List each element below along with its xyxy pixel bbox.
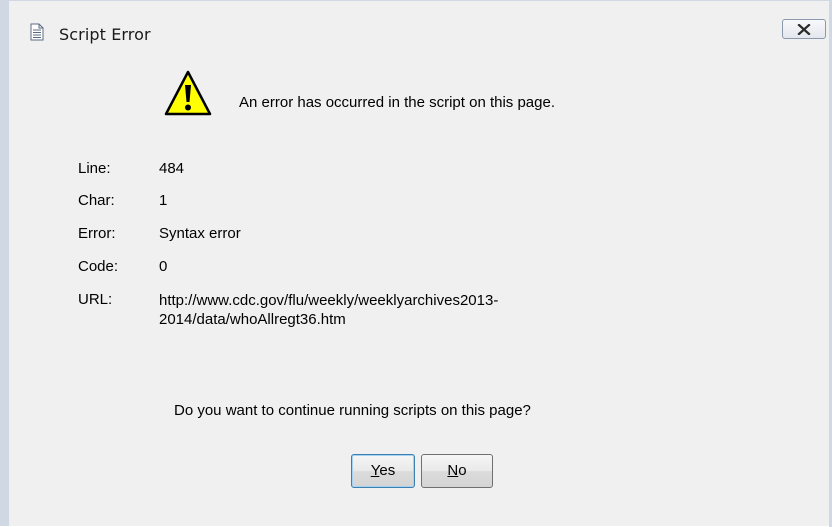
url-value: http://www.cdc.gov/flu/weekly/weeklyarch… — [159, 291, 679, 329]
no-button[interactable]: No — [421, 454, 493, 488]
line-label: Line: — [78, 160, 111, 177]
code-label: Code: — [78, 258, 119, 275]
code-value: 0 — [159, 258, 168, 275]
no-label-rest: o — [458, 462, 467, 479]
error-value: Syntax error — [159, 225, 241, 242]
no-mnemonic: N — [447, 462, 459, 479]
yes-button[interactable]: Yes — [351, 454, 415, 488]
warning-icon — [163, 69, 213, 119]
error-message: An error has occurred in the script on t… — [239, 94, 555, 111]
title-bar[interactable]: Script Error — [9, 1, 832, 44]
close-button[interactable] — [782, 19, 826, 39]
url-label: URL: — [78, 291, 113, 308]
line-value: 484 — [159, 160, 185, 177]
error-label: Error: — [78, 225, 116, 242]
close-icon — [797, 24, 811, 35]
window-title: Script Error — [59, 25, 151, 44]
char-label: Char: — [78, 192, 115, 209]
char-value: 1 — [159, 192, 168, 209]
script-error-dialog: Script Error An error has occurred in th… — [0, 0, 832, 527]
url-line-2: 2014/data/whoAllregt36.htm — [159, 311, 346, 328]
continue-question: Do you want to continue running scripts … — [174, 402, 531, 419]
document-icon — [30, 23, 44, 41]
url-line-1: http://www.cdc.gov/flu/weekly/weeklyarch… — [159, 292, 499, 309]
yes-label-rest: es — [379, 462, 396, 479]
